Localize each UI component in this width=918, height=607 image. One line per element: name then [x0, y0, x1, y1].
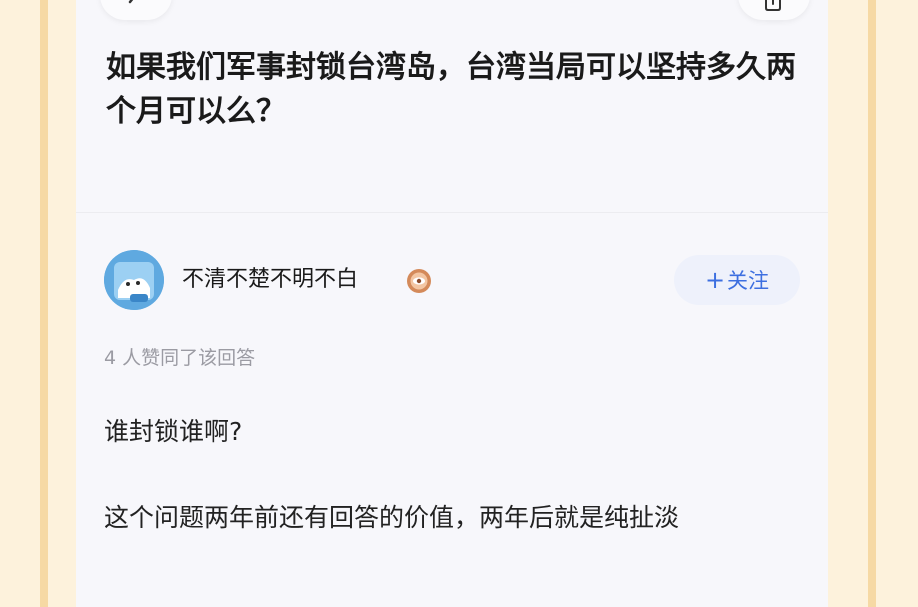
back-button[interactable]: [100, 0, 172, 20]
phone-screen: 如果我们军事封锁台湾岛，台湾当局可以坚持多久两个月可以么？ 不清不楚不明不白 +…: [76, 0, 828, 607]
eye-badge-icon: [407, 269, 431, 293]
chevron-left-icon: [128, 0, 134, 4]
divider: [76, 212, 828, 213]
avatar-image: [104, 250, 164, 310]
plus-icon: +: [704, 266, 726, 294]
follow-label: 关注: [727, 269, 770, 293]
answer-paragraph: 这个问题两年前还有回答的价值，两年后就是纯扯淡: [104, 503, 680, 532]
answer-body: 谁封锁谁啊? 这个问题两年前还有回答的价值，两年后就是纯扯淡: [104, 410, 804, 540]
frame-border-left: [40, 0, 48, 607]
screen: 如果我们军事封锁台湾岛，台湾当局可以坚持多久两个月可以么？ 不清不楚不明不白 +…: [0, 0, 918, 607]
share-button[interactable]: [738, 0, 810, 20]
frame-border-right: [868, 0, 876, 607]
likes-count: 4 人赞同了该回答: [104, 347, 256, 369]
answer-paragraph: 谁封锁谁啊?: [104, 417, 243, 446]
question-title: 如果我们军事封锁台湾岛，台湾当局可以坚持多久两个月可以么？: [106, 50, 796, 129]
share-icon: [765, 0, 781, 11]
author-name[interactable]: 不清不楚不明不白: [182, 264, 358, 296]
top-bar: [76, 0, 828, 28]
avatar[interactable]: [104, 250, 164, 310]
follow-button[interactable]: +关注: [674, 255, 800, 305]
